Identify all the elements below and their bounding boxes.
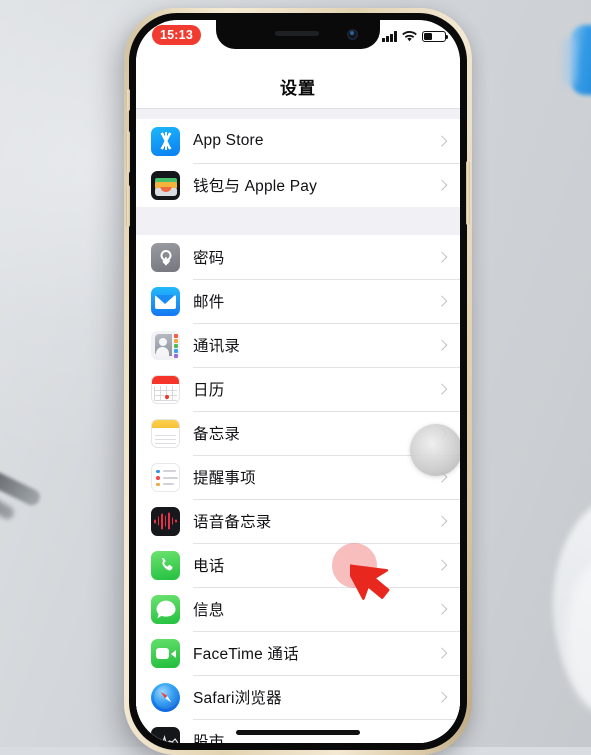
settings-row-label: 密码 <box>193 250 225 267</box>
power-button[interactable] <box>466 161 470 225</box>
iphone-device: 15:13 设置 App Store 钱包与 Apple Pay 密码 邮件 通… <box>124 8 472 755</box>
settings-row-wallet-apple-pay[interactable]: 钱包与 Apple Pay <box>136 163 460 207</box>
settings-row-notes[interactable]: 备忘录 <box>136 411 460 455</box>
settings-row-voice-memos[interactable]: 语音备忘录 <box>136 499 460 543</box>
chevron-right-icon <box>438 295 445 307</box>
reminders-icon <box>151 462 180 492</box>
settings-row-label: 电话 <box>193 558 225 575</box>
calendar-icon <box>151 374 180 404</box>
phone-screen: 15:13 设置 App Store 钱包与 Apple Pay 密码 邮件 通… <box>136 20 460 743</box>
settings-row-contacts[interactable]: 通讯录 <box>136 323 460 367</box>
battery-fill-level <box>424 32 433 40</box>
volume-down-button[interactable] <box>126 185 130 227</box>
settings-row-label: 提醒事项 <box>193 470 256 487</box>
settings-row-label: 语音备忘录 <box>193 514 272 531</box>
settings-row-label: 邮件 <box>193 294 225 311</box>
chevron-right-icon <box>438 515 445 527</box>
settings-row-label: 日历 <box>193 382 225 399</box>
status-time: 15:13 <box>152 25 201 45</box>
wallet-icon <box>151 170 180 200</box>
chevron-right-icon <box>438 383 445 395</box>
settings-row-reminders[interactable]: 提醒事项 <box>136 455 460 499</box>
settings-row-mail[interactable]: 邮件 <box>136 279 460 323</box>
phone-bezel: 15:13 设置 App Store 钱包与 Apple Pay 密码 邮件 通… <box>126 13 470 750</box>
mail-envelope-icon <box>151 286 180 316</box>
battery-icon <box>422 30 449 42</box>
contacts-icon <box>151 330 180 360</box>
chevron-right-icon <box>438 251 445 263</box>
chevron-right-icon <box>438 647 445 659</box>
chevron-right-icon <box>438 559 445 571</box>
settings-group-apps: 密码 邮件 通讯录 日历 备忘录 提醒事项 语音备忘录 电话 信息 FaceTi… <box>136 235 460 743</box>
settings-group-store: App Store 钱包与 Apple Pay <box>136 119 460 207</box>
cellular-signal-icon <box>382 31 397 42</box>
settings-row-app-store[interactable]: App Store <box>136 119 460 163</box>
front-camera-icon <box>347 29 358 40</box>
settings-row-messages[interactable]: 信息 <box>136 587 460 631</box>
home-indicator[interactable] <box>236 730 360 735</box>
settings-row-phone[interactable]: 电话 <box>136 543 460 587</box>
settings-row-passwords[interactable]: 密码 <box>136 235 460 279</box>
status-indicators <box>382 29 449 42</box>
notes-icon <box>151 418 180 448</box>
stocks-icon <box>151 726 180 743</box>
page-title: 设置 <box>136 64 460 108</box>
settings-row-label: FaceTime 通话 <box>193 646 299 663</box>
chevron-right-icon <box>438 691 445 703</box>
settings-row-label: 钱包与 Apple Pay <box>193 178 318 195</box>
settings-row-label: App Store <box>193 132 264 149</box>
voice-memos-icon <box>151 506 180 536</box>
messages-icon <box>151 594 180 624</box>
chevron-right-icon <box>438 603 445 615</box>
settings-row-label: 信息 <box>193 602 225 619</box>
background-blue-object-glow <box>563 38 577 86</box>
earpiece-speaker-icon <box>275 31 320 36</box>
group-separator-gap <box>136 207 460 235</box>
chevron-right-icon <box>438 471 445 483</box>
chevron-right-icon <box>438 427 445 439</box>
settings-row-label: 备忘录 <box>193 426 241 443</box>
safari-icon <box>151 682 180 712</box>
status-bar: 15:13 <box>136 20 460 64</box>
settings-row-calendar[interactable]: 日历 <box>136 367 460 411</box>
app-store-icon <box>151 126 180 156</box>
notch <box>216 20 380 49</box>
list-top-gap <box>136 109 460 119</box>
phone-icon <box>151 550 180 580</box>
silence-switch[interactable] <box>126 89 130 111</box>
passwords-key-icon <box>151 242 180 272</box>
settings-list[interactable]: App Store 钱包与 Apple Pay 密码 邮件 通讯录 日历 备忘录… <box>136 109 460 743</box>
settings-row-safari[interactable]: Safari浏览器 <box>136 675 460 719</box>
facetime-icon <box>151 638 180 668</box>
settings-row-label: 通讯录 <box>193 338 241 355</box>
settings-row-label: Safari浏览器 <box>193 690 282 707</box>
wifi-icon <box>402 31 417 42</box>
volume-up-button[interactable] <box>126 131 130 173</box>
chevron-right-icon <box>438 735 445 743</box>
chevron-right-icon <box>438 339 445 351</box>
chevron-right-icon <box>438 135 445 147</box>
settings-row-facetime[interactable]: FaceTime 通话 <box>136 631 460 675</box>
chevron-right-icon <box>438 179 445 191</box>
